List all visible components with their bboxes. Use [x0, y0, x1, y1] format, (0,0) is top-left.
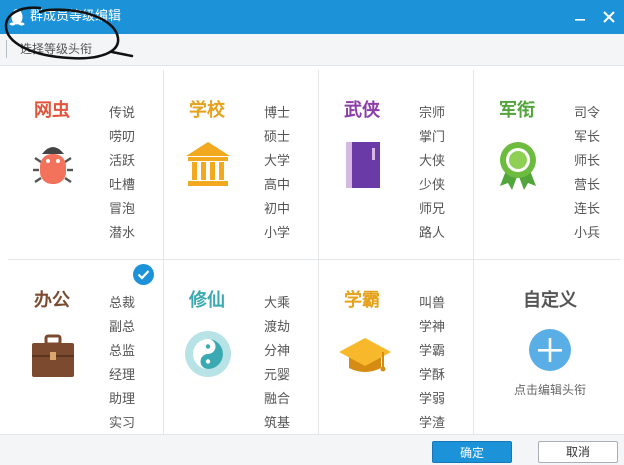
rank-list: 司令 军长 师长 营长 连长 小兵 — [574, 102, 614, 246]
bug-icon — [33, 147, 73, 184]
medal-icon — [500, 142, 536, 190]
rank-item[interactable]: 冒泡 — [109, 198, 149, 222]
section-title: 选择等级头衔 — [20, 42, 93, 56]
custom-title: 自定义 — [523, 290, 577, 311]
rank-list: 宗师 掌门 大侠 少侠 师兄 路人 — [419, 102, 459, 246]
rank-item[interactable]: 少侠 — [419, 174, 459, 198]
category-title: 网虫 — [34, 100, 70, 121]
checkmark-icon — [133, 264, 154, 285]
rank-item[interactable]: 高中 — [264, 174, 304, 198]
rank-item[interactable]: 大侠 — [419, 150, 459, 174]
rank-item[interactable]: 学渣 — [419, 412, 459, 436]
category-title: 学校 — [189, 100, 225, 121]
confirm-button[interactable]: 确定 — [432, 441, 512, 463]
rank-item[interactable]: 融合 — [264, 388, 304, 412]
rank-item[interactable]: 筑基 — [264, 412, 304, 436]
rank-item[interactable]: 小学 — [264, 222, 304, 246]
title-grid: 网虫 传说 唠叨 活跃 吐槽 冒泡 潜水 学校 博士 硕士 大学 高中 初中 小… — [8, 66, 624, 434]
rank-item[interactable]: 军长 — [574, 126, 614, 150]
rank-item[interactable]: 宗师 — [419, 102, 459, 126]
yin-yang-icon — [185, 331, 231, 377]
rank-item[interactable]: 学神 — [419, 316, 459, 340]
rank-item[interactable]: 学霸 — [419, 340, 459, 364]
close-icon[interactable] — [599, 7, 619, 27]
category-title: 武侠 — [344, 100, 380, 121]
add-icon[interactable] — [528, 328, 572, 372]
rank-item[interactable]: 元婴 — [264, 364, 304, 388]
rank-list: 传说 唠叨 活跃 吐槽 冒泡 潜水 — [109, 102, 149, 246]
rank-item[interactable]: 副总 — [109, 316, 149, 340]
custom-title-card[interactable]: 自定义 点击编辑头衔 — [473, 256, 624, 442]
rank-item[interactable]: 初中 — [264, 198, 304, 222]
category-card-xiuxian[interactable]: 修仙 大乘 渡劫 分神 元婴 融合 筑基 — [163, 256, 317, 442]
briefcase-icon — [32, 334, 74, 377]
rank-item[interactable]: 学酥 — [419, 364, 459, 388]
rank-item[interactable]: 吐槽 — [109, 174, 149, 198]
rank-item[interactable]: 总裁 — [109, 292, 149, 316]
footer-bar: 确定 取消 — [0, 434, 624, 465]
rank-item[interactable]: 营长 — [574, 174, 614, 198]
rank-item[interactable]: 连长 — [574, 198, 614, 222]
category-card-wangchong[interactable]: 网虫 传说 唠叨 活跃 吐槽 冒泡 潜水 — [8, 66, 162, 252]
rank-item[interactable]: 师长 — [574, 150, 614, 174]
rank-item[interactable]: 博士 — [264, 102, 304, 126]
sub-header: 选择等级头衔 — [0, 34, 624, 66]
category-title: 办公 — [34, 290, 70, 311]
rank-item[interactable]: 传说 — [109, 102, 149, 126]
rank-list: 叫兽 学神 学霸 学酥 学弱 学渣 — [419, 292, 459, 436]
title-bar: 群成员等级编辑 — [0, 0, 624, 34]
rank-item[interactable]: 大乘 — [264, 292, 304, 316]
window-title: 群成员等级编辑 — [30, 9, 122, 24]
rank-item[interactable]: 路人 — [419, 222, 459, 246]
rank-item[interactable]: 学弱 — [419, 388, 459, 412]
rank-item[interactable]: 总监 — [109, 340, 149, 364]
category-title: 修仙 — [189, 290, 225, 311]
rank-item[interactable]: 唠叨 — [109, 126, 149, 150]
rank-item[interactable]: 大学 — [264, 150, 304, 174]
cancel-button[interactable]: 取消 — [538, 441, 618, 463]
rank-item[interactable]: 司令 — [574, 102, 614, 126]
rank-item[interactable]: 叫兽 — [419, 292, 459, 316]
category-title: 军衔 — [499, 100, 535, 121]
qq-penguin-icon — [9, 9, 25, 26]
rank-item[interactable]: 经理 — [109, 364, 149, 388]
rank-list: 总裁 副总 总监 经理 助理 实习 — [109, 292, 149, 436]
graduation-cap-icon — [339, 338, 391, 372]
category-card-wuxia[interactable]: 武侠 宗师 掌门 大侠 少侠 师兄 路人 — [318, 66, 472, 252]
rank-list: 博士 硕士 大学 高中 初中 小学 — [264, 102, 304, 246]
school-building-icon — [186, 142, 230, 186]
rank-item[interactable]: 师兄 — [419, 198, 459, 222]
rank-item[interactable]: 分神 — [264, 340, 304, 364]
divider — [6, 40, 7, 58]
rank-item[interactable]: 潜水 — [109, 222, 149, 246]
category-card-xueba[interactable]: 学霸 叫兽 学神 学霸 学酥 学弱 学渣 — [318, 256, 472, 442]
rank-item[interactable]: 渡劫 — [264, 316, 304, 340]
custom-subtitle[interactable]: 点击编辑头衔 — [473, 382, 624, 398]
rank-item[interactable]: 硕士 — [264, 126, 304, 150]
rank-item[interactable]: 助理 — [109, 388, 149, 412]
rank-item[interactable]: 掌门 — [419, 126, 459, 150]
minimize-icon[interactable] — [570, 7, 590, 27]
category-card-junxian[interactable]: 军衔 司令 军长 师长 营长 连长 小兵 — [473, 66, 624, 252]
rank-item[interactable]: 小兵 — [574, 222, 614, 246]
category-card-xuexiao[interactable]: 学校 博士 硕士 大学 高中 初中 小学 — [163, 66, 317, 252]
category-title: 学霸 — [344, 290, 380, 311]
book-icon — [346, 142, 380, 188]
rank-item[interactable]: 实习 — [109, 412, 149, 436]
rank-item[interactable]: 活跃 — [109, 150, 149, 174]
rank-list: 大乘 渡劫 分神 元婴 融合 筑基 — [264, 292, 304, 436]
